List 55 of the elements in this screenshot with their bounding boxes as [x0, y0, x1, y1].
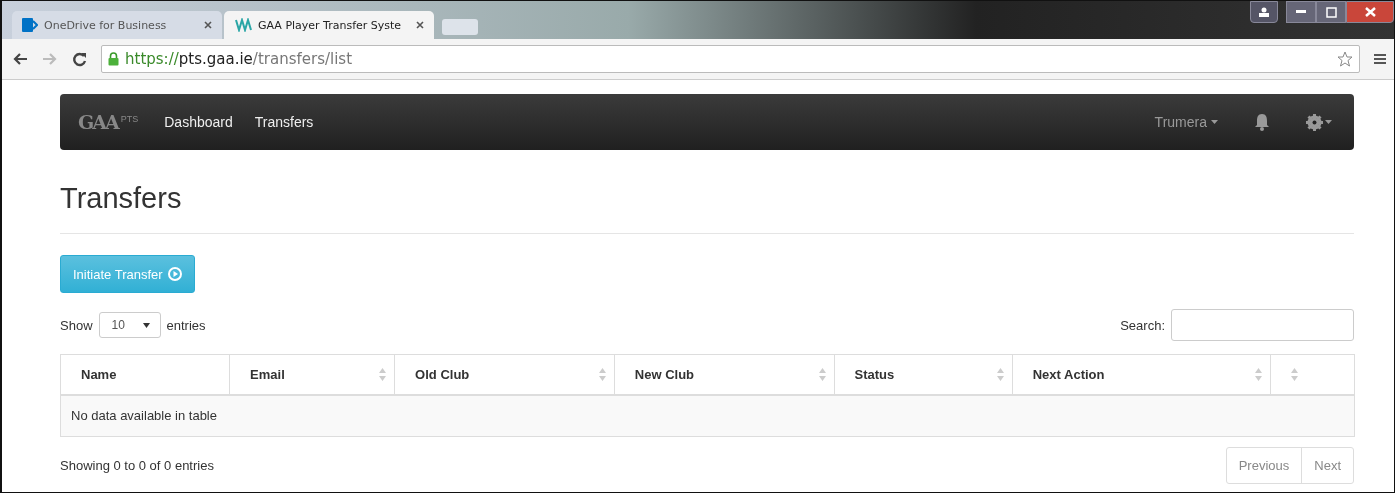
play-circle-icon — [167, 267, 182, 281]
address-bar[interactable]: https://pts.gaa.ie/transfers/list — [101, 45, 1360, 73]
logo[interactable]: GAA$^{PTS}$ — [78, 111, 139, 133]
caret-icon — [142, 322, 150, 328]
close-button[interactable] — [1346, 1, 1394, 23]
tab-title: GAA Player Transfer Syste — [258, 18, 403, 32]
caret-icon — [1211, 120, 1218, 124]
search-field[interactable] — [1171, 309, 1354, 341]
sort-icon — [598, 367, 606, 381]
back-icon[interactable] — [12, 52, 28, 66]
table-info: Showing 0 to 0 of 0 entries — [60, 457, 214, 473]
browser-tab[interactable]: GAA Player Transfer Syste — [224, 11, 434, 39]
close-icon — [1364, 7, 1376, 17]
column-header[interactable]: Old Club — [394, 354, 615, 395]
show-label: Show — [60, 317, 93, 333]
entries-label: entries — [166, 317, 206, 333]
search-label: Search: — [1120, 317, 1165, 333]
nav-link[interactable]: Transfers — [254, 114, 314, 130]
entries-select[interactable]: 10 — [98, 312, 161, 338]
pagination-button[interactable]: Next — [1301, 447, 1353, 483]
star-icon[interactable] — [1337, 51, 1353, 67]
column-header[interactable]: New Club — [614, 354, 834, 395]
logo-icon — [234, 18, 252, 32]
sort-icon — [379, 367, 387, 381]
sort-icon — [818, 367, 826, 381]
column-header[interactable]: Name — [60, 354, 230, 395]
restore-icon — [1325, 6, 1337, 18]
menu-icon[interactable] — [1374, 53, 1386, 65]
minimize-icon — [1296, 10, 1306, 14]
caret-icon — [1325, 120, 1332, 124]
nav-link[interactable]: Dashboard — [164, 114, 233, 130]
browser-tab[interactable]: OneDrive for Business — [12, 11, 222, 39]
sort-icon — [1254, 367, 1262, 381]
user-menu[interactable]: Trumera — [1154, 114, 1218, 130]
tab-title: OneDrive for Business — [44, 18, 168, 32]
empty-table-message: No data available in table — [60, 394, 1355, 436]
page-title: Transfers — [60, 181, 183, 215]
sort-icon — [1290, 367, 1298, 381]
lock-icon — [108, 52, 119, 66]
column-header[interactable]: Next Action — [1012, 354, 1271, 395]
reload-icon[interactable] — [72, 51, 87, 67]
minimize-button[interactable] — [1286, 1, 1316, 23]
pagination-button[interactable]: Previous — [1226, 447, 1302, 483]
settings-menu[interactable] — [1306, 113, 1332, 131]
user-button[interactable] — [1250, 1, 1278, 23]
column-header[interactable]: Email — [229, 354, 395, 395]
maximize-button[interactable] — [1316, 1, 1346, 23]
bell-icon[interactable] — [1254, 113, 1270, 131]
close-icon[interactable] — [204, 21, 212, 29]
close-icon[interactable] — [416, 21, 424, 29]
person-icon — [1258, 7, 1270, 17]
settings-icon — [1306, 113, 1323, 131]
column-header[interactable]: Status — [834, 354, 1013, 395]
url-text: https://pts.gaa.ie/transfers/list — [125, 50, 353, 68]
sort-icon — [996, 367, 1004, 381]
